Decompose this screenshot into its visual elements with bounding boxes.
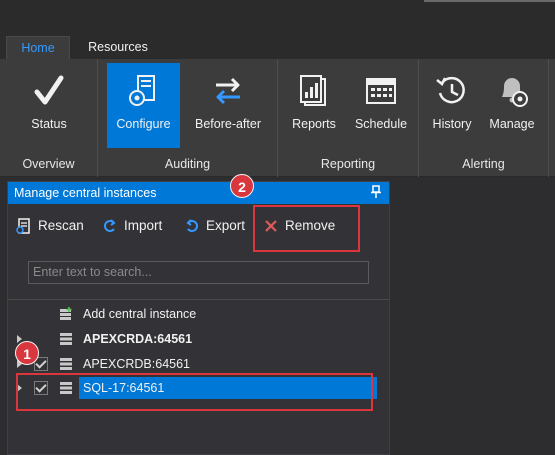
export-button[interactable]: Export	[184, 215, 260, 237]
step-badge-1: 1	[15, 341, 39, 365]
history-icon	[436, 76, 465, 104]
ribbon-group-alerting: History Manage Alerting	[419, 59, 549, 177]
configure-server-icon	[128, 75, 155, 106]
search-input[interactable]: Enter text to search...	[28, 261, 369, 284]
configure-button[interactable]: Configure	[107, 63, 180, 148]
manage-button[interactable]: Manage	[482, 63, 542, 148]
status-button-label: Status	[31, 117, 67, 131]
panel-title: Manage central instances	[14, 186, 157, 200]
tree-separator	[8, 299, 389, 300]
server-icon	[60, 358, 72, 370]
import-button[interactable]: Import	[102, 215, 182, 237]
rescan-icon	[16, 218, 30, 234]
tree-row-label: APEXCRDA:64561	[83, 332, 193, 346]
schedule-button[interactable]: Schedule	[348, 63, 414, 148]
swap-arrows-icon	[216, 77, 240, 105]
ribbon-group-overview: Status Overview	[0, 59, 98, 177]
export-icon	[186, 219, 198, 232]
before-after-button-label: Before-after	[194, 117, 261, 131]
tree-row-apexcrdb[interactable]: APEXCRDB:64561	[8, 353, 389, 375]
group-label-overview: Overview	[22, 157, 75, 171]
import-label: Import	[124, 218, 163, 233]
before-after-button[interactable]: Before-after	[184, 63, 272, 148]
bell-gear-icon	[502, 78, 528, 107]
group-label-auditing: Auditing	[164, 157, 211, 171]
rescan-label: Rescan	[38, 218, 84, 233]
history-button[interactable]: History	[424, 63, 480, 148]
titlebar-accent	[424, 0, 555, 2]
ribbon-group-reporting: Reports Schedule Reporting	[278, 59, 419, 177]
configure-button-label: Configure	[116, 117, 171, 131]
schedule-button-label: Schedule	[354, 117, 408, 131]
step-badge-2: 2	[230, 174, 254, 198]
remove-callout-box	[253, 205, 360, 252]
manage-button-label: Manage	[489, 117, 535, 131]
tree-row-apexcrda[interactable]: APEXCRDA:64561	[8, 328, 389, 350]
reports-button-label: Reports	[292, 117, 336, 131]
status-button[interactable]: Status	[12, 63, 86, 148]
calendar-icon	[366, 78, 396, 104]
ribbon-tab-row: Home Resources	[0, 32, 555, 59]
group-label-alerting: Alerting	[462, 157, 505, 171]
tree-row-add-central-instance[interactable]: Add central instance	[8, 303, 389, 325]
tab-home[interactable]: Home	[6, 36, 70, 59]
ribbon: Status Overview Configure Before-after A…	[0, 59, 555, 177]
window-titlebar	[0, 0, 555, 32]
checkmark-icon	[34, 75, 64, 105]
tree-row-label: Add central instance	[83, 307, 197, 321]
reports-button[interactable]: Reports	[282, 63, 346, 148]
selected-row-callout-box	[16, 373, 373, 411]
tree-row-label: APEXCRDB:64561	[83, 357, 191, 371]
group-label-reporting: Reporting	[320, 157, 376, 171]
export-label: Export	[206, 218, 246, 233]
history-button-label: History	[432, 117, 472, 131]
panel-header: Manage central instances	[8, 182, 389, 204]
ribbon-group-auditing: Configure Before-after Auditing	[98, 59, 278, 177]
tab-resources[interactable]: Resources	[78, 36, 158, 59]
add-server-icon	[60, 307, 72, 320]
pin-icon[interactable]	[371, 185, 381, 199]
server-icon	[60, 333, 72, 345]
import-icon	[104, 219, 116, 232]
reports-icon	[300, 75, 326, 106]
rescan-button[interactable]: Rescan	[16, 215, 100, 237]
